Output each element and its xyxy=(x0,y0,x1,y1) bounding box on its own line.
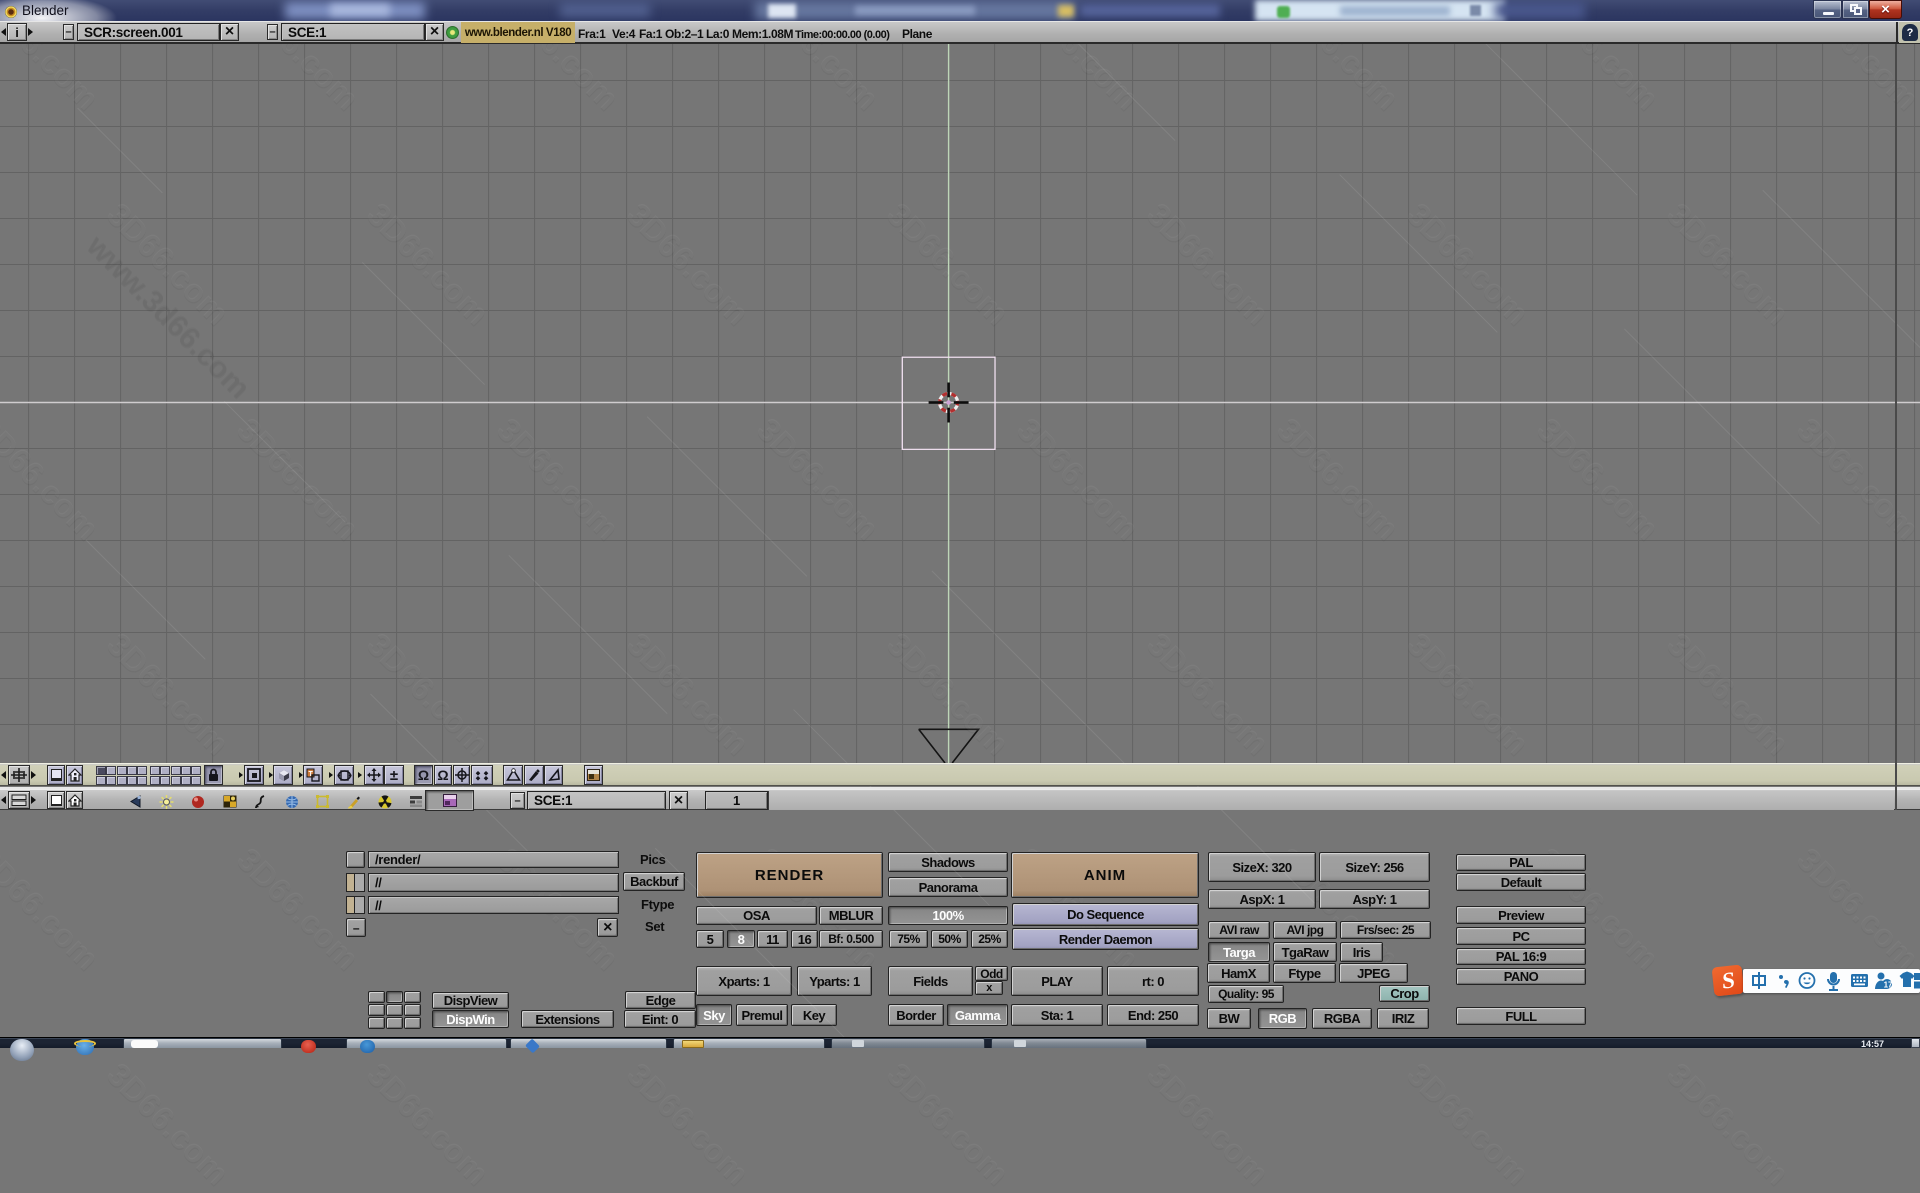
svg-text:17: 17 xyxy=(1884,981,1893,990)
